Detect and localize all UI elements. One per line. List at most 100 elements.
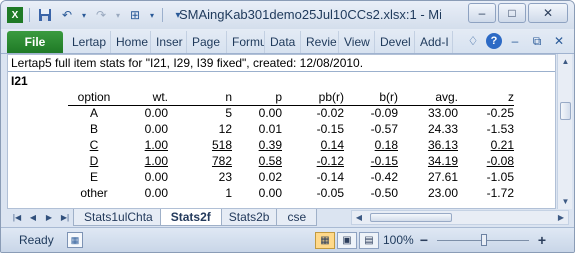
cell-pbr[interactable]: -0.15 <box>282 121 344 137</box>
window-restore-icon[interactable]: ⧉ <box>528 32 546 50</box>
redo-icon[interactable]: ↷ <box>92 6 110 24</box>
column-header-z[interactable]: z <box>458 89 514 106</box>
page-break-preview-icon[interactable]: ▤ <box>359 232 379 249</box>
cell-avg[interactable]: 27.61 <box>398 169 458 185</box>
horizontal-scroll-thumb[interactable] <box>370 213 452 222</box>
sheet-tab-stats2f[interactable]: Stats2f <box>159 209 222 226</box>
cell-option[interactable]: C <box>68 137 120 153</box>
cell-option[interactable]: E <box>68 169 120 185</box>
cell-avg[interactable]: 36.13 <box>398 137 458 153</box>
dropdown-arrow-icon[interactable]: ▾ <box>80 6 88 24</box>
tab-add-ins[interactable]: Add-I <box>415 31 453 53</box>
sheet-tab-cse[interactable]: cse <box>276 209 318 226</box>
cell-z[interactable]: -1.72 <box>458 185 514 201</box>
cell-n[interactable]: 1 <box>168 185 232 201</box>
cell-n[interactable]: 12 <box>168 121 232 137</box>
zoom-level[interactable]: 100% <box>383 233 414 247</box>
sheet-tab-stats2b[interactable]: Stats2b <box>217 209 281 226</box>
cell-z[interactable]: -1.05 <box>458 169 514 185</box>
cell-z[interactable]: -1.53 <box>458 121 514 137</box>
cell-wt[interactable]: 0.00 <box>120 105 168 121</box>
column-header-option[interactable]: option <box>68 89 120 106</box>
cell-avg[interactable]: 24.33 <box>398 121 458 137</box>
dropdown-arrow-icon[interactable]: ▾ <box>148 6 156 24</box>
cell-br[interactable]: -0.09 <box>344 105 398 121</box>
cell-p[interactable]: 0.00 <box>232 105 282 121</box>
cell-n[interactable]: 782 <box>168 153 232 169</box>
tab-page-layout[interactable]: Page <box>187 31 227 53</box>
cell-n[interactable]: 5 <box>168 105 232 121</box>
cell-pbr[interactable]: -0.14 <box>282 169 344 185</box>
cell-option[interactable]: D <box>68 153 120 169</box>
save-icon[interactable] <box>36 6 54 24</box>
cell-avg[interactable]: 34.19 <box>398 153 458 169</box>
cell-z[interactable]: 0.21 <box>458 137 514 153</box>
cell-option[interactable]: other <box>68 185 120 201</box>
vertical-scroll-thumb[interactable] <box>560 102 571 120</box>
window-close-icon[interactable]: ✕ <box>550 32 568 50</box>
cell-z[interactable]: -0.08 <box>458 153 514 169</box>
cell-p[interactable]: 0.02 <box>232 169 282 185</box>
worksheet[interactable]: Lertap5 full item stats for "I21, I29, I… <box>7 54 556 209</box>
maximize-button[interactable]: □ <box>498 3 526 23</box>
column-header-wt[interactable]: wt. <box>120 89 168 106</box>
cell-br[interactable]: -0.42 <box>344 169 398 185</box>
format-painter-icon[interactable]: ⊞ <box>126 6 144 24</box>
normal-view-icon[interactable]: ▦ <box>315 232 335 249</box>
macro-record-icon[interactable]: ▦ <box>67 232 83 248</box>
cell-pbr[interactable]: -0.12 <box>282 153 344 169</box>
cell-n[interactable]: 23 <box>168 169 232 185</box>
cell-avg[interactable]: 23.00 <box>398 185 458 201</box>
cell-option[interactable]: A <box>68 105 120 121</box>
cell-z[interactable]: -0.25 <box>458 105 514 121</box>
previous-sheet-icon[interactable]: ◀ <box>25 210 41 225</box>
cell-wt[interactable]: 0.00 <box>120 185 168 201</box>
close-button[interactable]: ✕ <box>528 3 568 23</box>
cell-br[interactable]: -0.57 <box>344 121 398 137</box>
dropdown-arrow-icon[interactable]: ▾ <box>114 6 122 24</box>
cell-p[interactable]: 0.39 <box>232 137 282 153</box>
page-layout-view-icon[interactable]: ▣ <box>337 232 357 249</box>
column-header-pbr[interactable]: pb(r) <box>282 89 344 106</box>
cell-n[interactable]: 518 <box>168 137 232 153</box>
horizontal-scrollbar[interactable]: ◀ ▶ <box>351 210 569 225</box>
column-header-n[interactable]: n <box>168 89 232 106</box>
excel-icon[interactable]: X <box>7 7 23 23</box>
scroll-left-icon[interactable]: ◀ <box>352 211 366 224</box>
tab-lertap[interactable]: Lertap <box>67 31 111 53</box>
cell-p[interactable]: 0.01 <box>232 121 282 137</box>
cell-pbr[interactable]: 0.14 <box>282 137 344 153</box>
cell-br[interactable]: -0.50 <box>344 185 398 201</box>
tab-view[interactable]: View <box>339 31 375 53</box>
undo-icon[interactable]: ↶ <box>58 6 76 24</box>
cell-wt[interactable]: 1.00 <box>120 137 168 153</box>
cell-wt[interactable]: 0.00 <box>120 169 168 185</box>
stats-caption[interactable]: Lertap5 full item stats for "I21, I29, I… <box>8 55 555 72</box>
column-header-p[interactable]: p <box>232 89 282 106</box>
cell-pbr[interactable]: -0.05 <box>282 185 344 201</box>
cell-avg[interactable]: 33.00 <box>398 105 458 121</box>
scroll-up-icon[interactable]: ▲ <box>558 54 573 69</box>
minimize-ribbon-icon[interactable]: ♢ <box>464 32 482 50</box>
cell-pbr[interactable]: -0.02 <box>282 105 344 121</box>
cell-wt[interactable]: 1.00 <box>120 153 168 169</box>
zoom-slider-thumb[interactable] <box>481 234 487 246</box>
tab-insert[interactable]: Inser <box>151 31 187 53</box>
scroll-down-icon[interactable]: ▼ <box>558 194 573 209</box>
tab-formulas[interactable]: Formu <box>227 31 265 53</box>
minimize-button[interactable]: – <box>468 3 496 23</box>
cell-wt[interactable]: 0.00 <box>120 121 168 137</box>
cell-p[interactable]: 0.58 <box>232 153 282 169</box>
scroll-right-icon[interactable]: ▶ <box>554 211 568 224</box>
tab-developer[interactable]: Devel <box>375 31 415 53</box>
column-header-br[interactable]: b(r) <box>344 89 398 106</box>
tab-home[interactable]: Home <box>111 31 151 53</box>
item-label[interactable]: I21 <box>11 74 28 88</box>
cell-br[interactable]: 0.18 <box>344 137 398 153</box>
help-icon[interactable]: ? <box>486 33 502 49</box>
cell-p[interactable]: 0.00 <box>232 185 282 201</box>
zoom-in-button[interactable]: + <box>533 231 551 249</box>
column-header-avg[interactable]: avg. <box>398 89 458 106</box>
tab-data[interactable]: Data <box>265 31 301 53</box>
next-sheet-icon[interactable]: ▶ <box>41 210 57 225</box>
